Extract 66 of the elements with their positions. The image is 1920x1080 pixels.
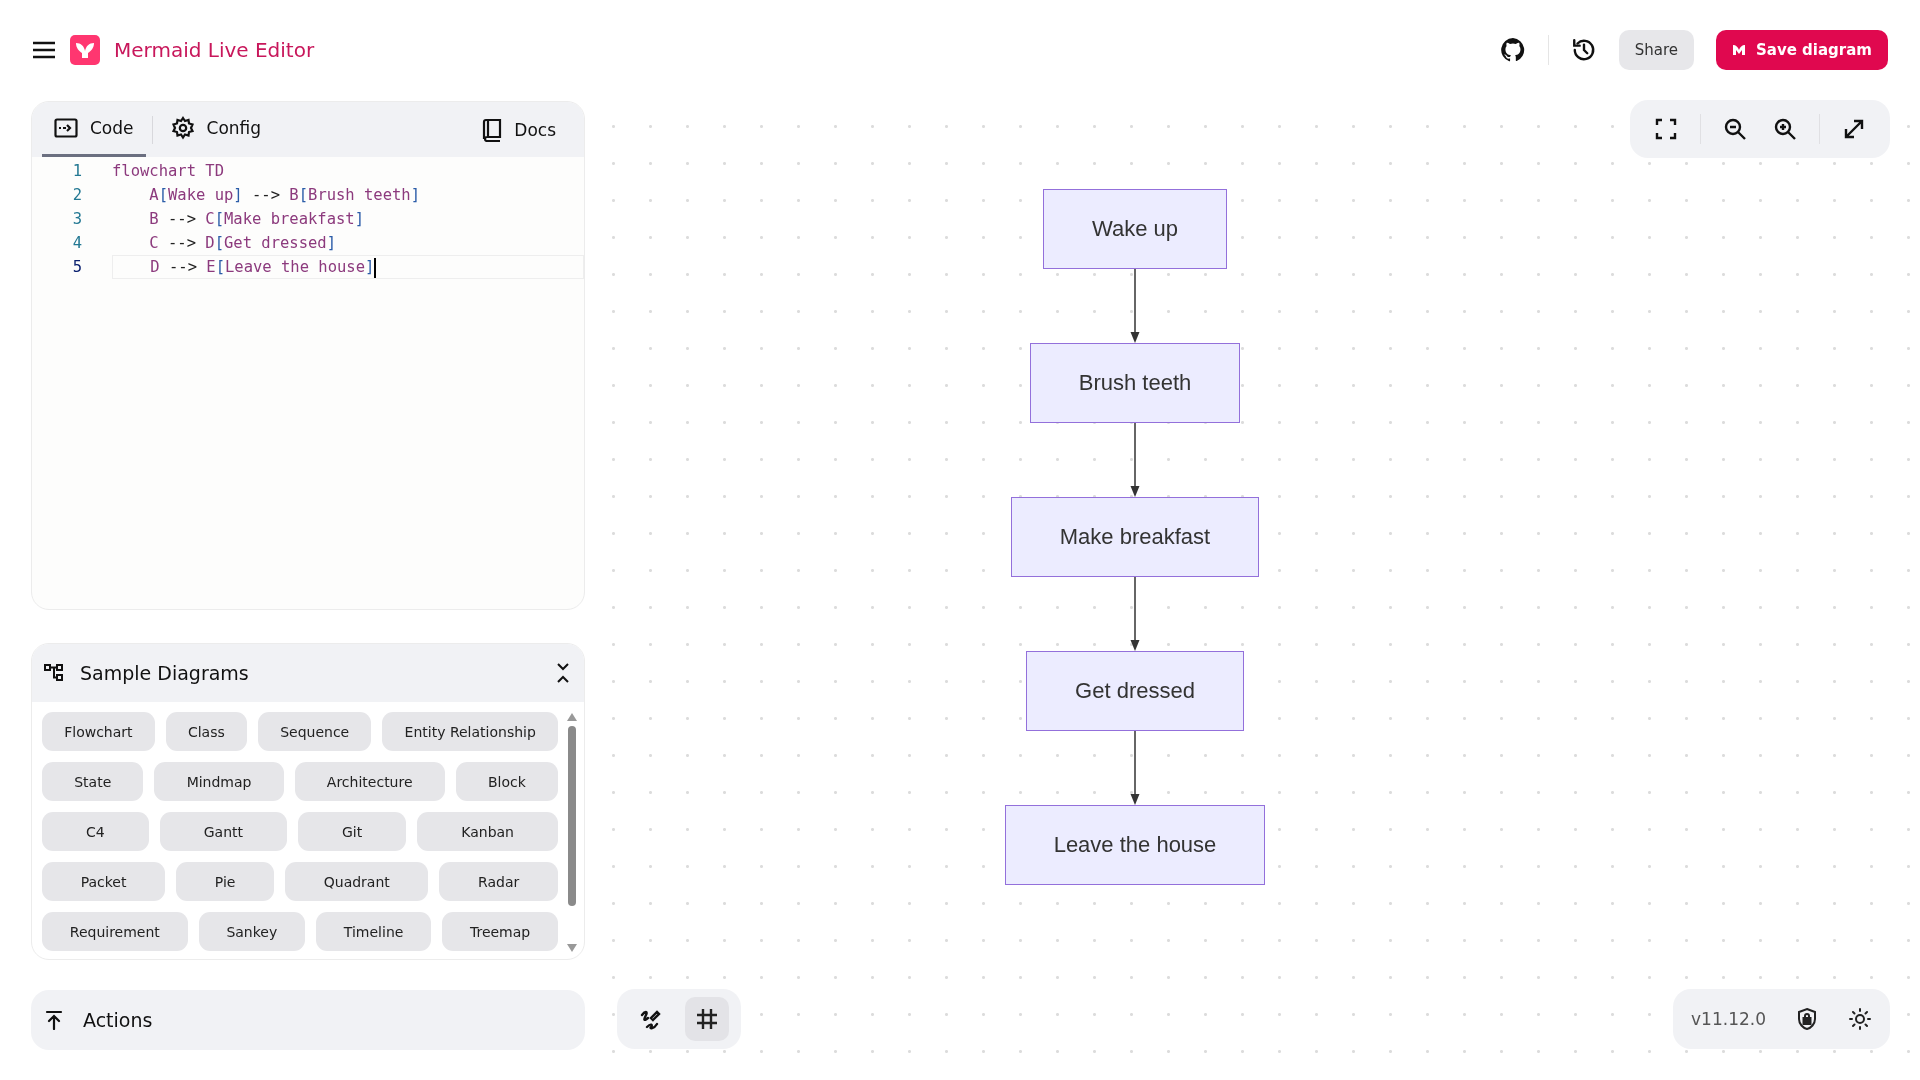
flowchart-node: Leave the house: [1004, 805, 1266, 885]
sample-chip[interactable]: Entity Relationship: [382, 712, 559, 751]
actions-panel[interactable]: Actions: [31, 990, 585, 1050]
sample-chip[interactable]: C4: [42, 812, 149, 851]
zoom-out-icon: [1723, 117, 1747, 141]
diagonal-arrow-icon: [1842, 117, 1866, 141]
code-line: A[Wake up] --> B[Brush teeth]: [148, 185, 422, 206]
code-line: B --> C[Make breakfast]: [148, 209, 365, 230]
upload-icon: [45, 1010, 63, 1030]
version-label: v11.12.0: [1691, 1009, 1766, 1029]
line-number: 1: [71, 162, 82, 180]
line-number: 5: [71, 258, 82, 276]
line-number: 2: [71, 186, 82, 204]
sample-chip[interactable]: Mindmap: [154, 762, 284, 801]
panel-title: Sample Diagrams: [80, 662, 249, 684]
app-title: Mermaid Live Editor: [114, 38, 315, 62]
diagram-icon: [44, 664, 64, 682]
logo-icon: [1732, 44, 1746, 56]
grid-button[interactable]: [685, 997, 729, 1041]
gear-icon: [170, 116, 195, 140]
sun-icon[interactable]: [1848, 1007, 1872, 1031]
sample-chip[interactable]: Sankey: [198, 912, 306, 951]
flowchart-node: Brush teeth: [1029, 343, 1241, 423]
scrollbar[interactable]: [566, 712, 578, 953]
code-line: flowchart TD: [112, 161, 225, 182]
sample-chip[interactable]: Requirement: [42, 912, 188, 951]
flowchart-node: Get dressed: [1026, 651, 1244, 731]
zoom-in-icon: [1773, 117, 1797, 141]
share-button[interactable]: Share: [1618, 30, 1694, 70]
sample-chip[interactable]: Sequence: [257, 712, 372, 751]
grid-icon: [695, 1007, 719, 1031]
sample-chip[interactable]: Quadrant: [285, 862, 429, 901]
line-number: 3: [71, 210, 82, 228]
line-number: 4: [71, 234, 82, 252]
sample-chip[interactable]: Architecture: [294, 762, 445, 801]
collapse-icon[interactable]: [556, 662, 570, 684]
terminal-icon: [54, 118, 78, 138]
scroll-down-icon[interactable]: [566, 943, 578, 953]
sample-chip[interactable]: Kanban: [417, 812, 558, 851]
panel-title: Actions: [83, 1009, 153, 1031]
scroll-up-icon[interactable]: [566, 712, 578, 722]
history-icon[interactable]: [1570, 37, 1597, 63]
sample-chip[interactable]: State: [42, 762, 144, 801]
logo-icon: [70, 35, 100, 65]
flowchart-node: Make breakfast: [1010, 497, 1260, 577]
code-line: C --> D[Get dressed]: [148, 233, 337, 254]
github-icon[interactable]: [1499, 37, 1526, 63]
sample-chip[interactable]: Timeline: [316, 912, 432, 951]
sample-chip[interactable]: Pie: [176, 862, 275, 901]
editor-tab[interactable]: Config: [158, 102, 274, 157]
sample-chip[interactable]: Radar: [439, 862, 558, 901]
flowchart-node: Wake up: [1043, 189, 1227, 269]
docs-link[interactable]: Docs: [482, 117, 574, 142]
menu-icon[interactable]: [32, 41, 56, 59]
editor-tab[interactable]: Code: [42, 102, 146, 157]
sample-chip[interactable]: Packet: [42, 862, 166, 901]
sample-chip[interactable]: Class: [165, 712, 247, 751]
book-icon: [482, 117, 503, 142]
sample-chip[interactable]: Git: [298, 812, 407, 851]
sample-chip[interactable]: Gantt: [159, 812, 287, 851]
sample-chip[interactable]: Block: [455, 762, 558, 801]
save-diagram-button[interactable]: Save diagram: [1716, 30, 1888, 70]
sample-chip[interactable]: Flowchart: [42, 712, 155, 751]
corners-icon: [1654, 117, 1678, 141]
sample-chip[interactable]: Treemap: [442, 912, 559, 951]
shield-lock-icon[interactable]: [1796, 1007, 1818, 1031]
